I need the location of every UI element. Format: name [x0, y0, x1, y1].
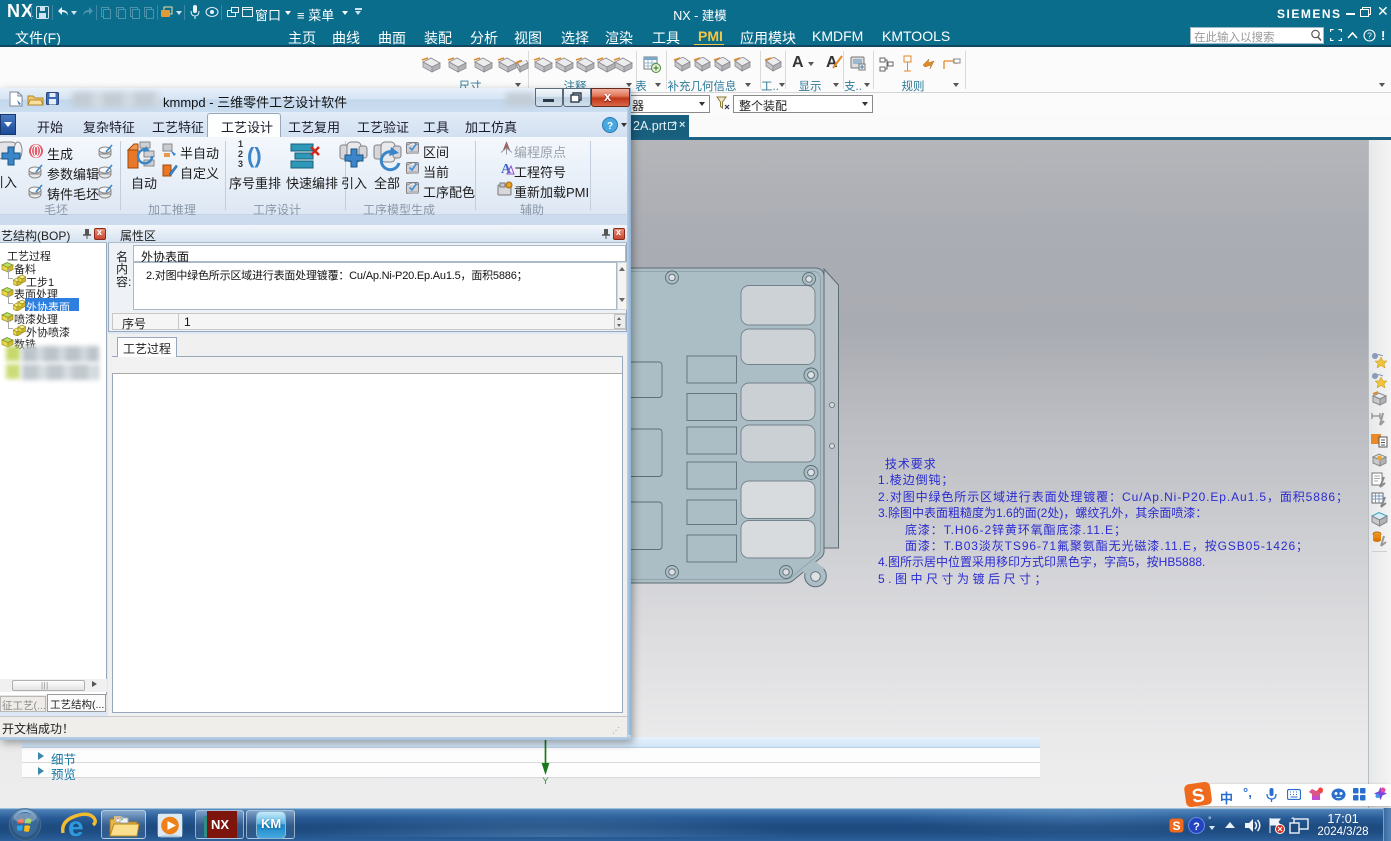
svg-text:?: ? — [607, 121, 613, 132]
svg-text:?: ? — [1193, 821, 1200, 833]
svg-text:S: S — [1172, 819, 1180, 833]
svg-text:?: ? — [1367, 31, 1372, 41]
svg-text:Y: Y — [543, 776, 549, 786]
svg-text:A: A — [501, 162, 512, 177]
